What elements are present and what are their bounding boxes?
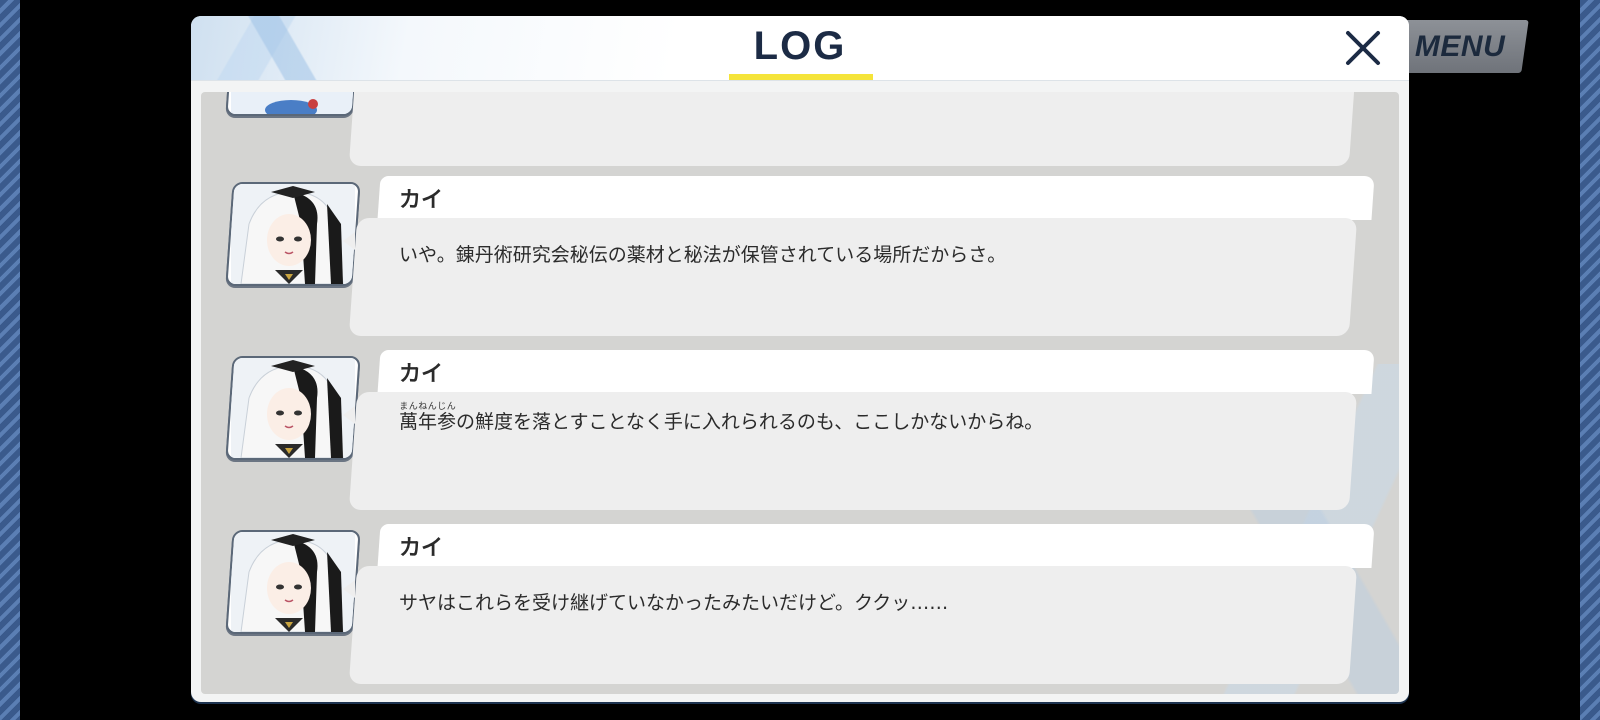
dialogue-text: サヤはこれらを受け継げていなかったみたいだけど。ククッ…… bbox=[399, 592, 949, 614]
bubble-pointer bbox=[343, 406, 355, 424]
log-header: LOG bbox=[191, 16, 1409, 81]
speaker-name-plate bbox=[377, 176, 1375, 220]
speaker-name: カイ bbox=[399, 362, 444, 387]
left-edge-decoration bbox=[0, 0, 20, 720]
log-entry: カイ いや。錬丹術研究会秘伝の薬材と秘法が保管されている場所だからさ。 bbox=[201, 176, 1399, 336]
character-portrait bbox=[225, 356, 361, 460]
speaker-name: カイ bbox=[399, 536, 444, 561]
speaker-name-plate bbox=[377, 350, 1375, 394]
title-underline bbox=[729, 74, 873, 80]
log-entry-partial bbox=[201, 92, 1399, 166]
bubble-pointer bbox=[343, 232, 355, 250]
log-entry: カイ 萬年参まんねんじんの鮮度を落とすことなく手に入れられるのも、ここしかないか… bbox=[201, 350, 1399, 510]
right-edge-decoration bbox=[1580, 0, 1600, 720]
log-window: LOG カイ いや。錬丹術研究会秘伝の薬材と秘法が保管されている場所だからさ。 … bbox=[191, 16, 1409, 702]
ruby-base: 萬年参 bbox=[399, 411, 457, 433]
log-title: LOG bbox=[753, 24, 847, 68]
dialogue-text: いや。錬丹術研究会秘伝の薬材と秘法が保管されている場所だからさ。 bbox=[399, 244, 1007, 266]
dialogue-bubble bbox=[348, 92, 1358, 166]
menu-button[interactable]: MENU bbox=[1391, 20, 1529, 73]
bubble-pointer bbox=[343, 580, 355, 598]
speaker-name-plate bbox=[377, 524, 1375, 568]
speaker-name: カイ bbox=[399, 188, 444, 213]
log-entry: カイ サヤはこれらを受け継げていなかったみたいだけど。ククッ…… bbox=[201, 524, 1399, 684]
dialogue-text-rest: の鮮度を落とすことなく手に入れられるのも、ここしかないからね。 bbox=[456, 411, 1044, 433]
dialogue-bubble bbox=[348, 566, 1358, 684]
character-portrait bbox=[225, 530, 361, 634]
character-portrait bbox=[225, 92, 361, 116]
character-portrait bbox=[225, 182, 361, 286]
ruby-reading: まんねんじん bbox=[399, 402, 457, 412]
dialogue-bubble bbox=[348, 218, 1358, 336]
dialogue-text: 萬年参まんねんじんの鮮度を落とすことなく手に入れられるのも、ここしかないからね。 bbox=[399, 402, 1043, 434]
close-icon[interactable] bbox=[1343, 28, 1383, 68]
log-list[interactable]: カイ いや。錬丹術研究会秘伝の薬材と秘法が保管されている場所だからさ。 カイ 萬… bbox=[201, 92, 1399, 694]
menu-button-label: MENU bbox=[1414, 29, 1506, 63]
